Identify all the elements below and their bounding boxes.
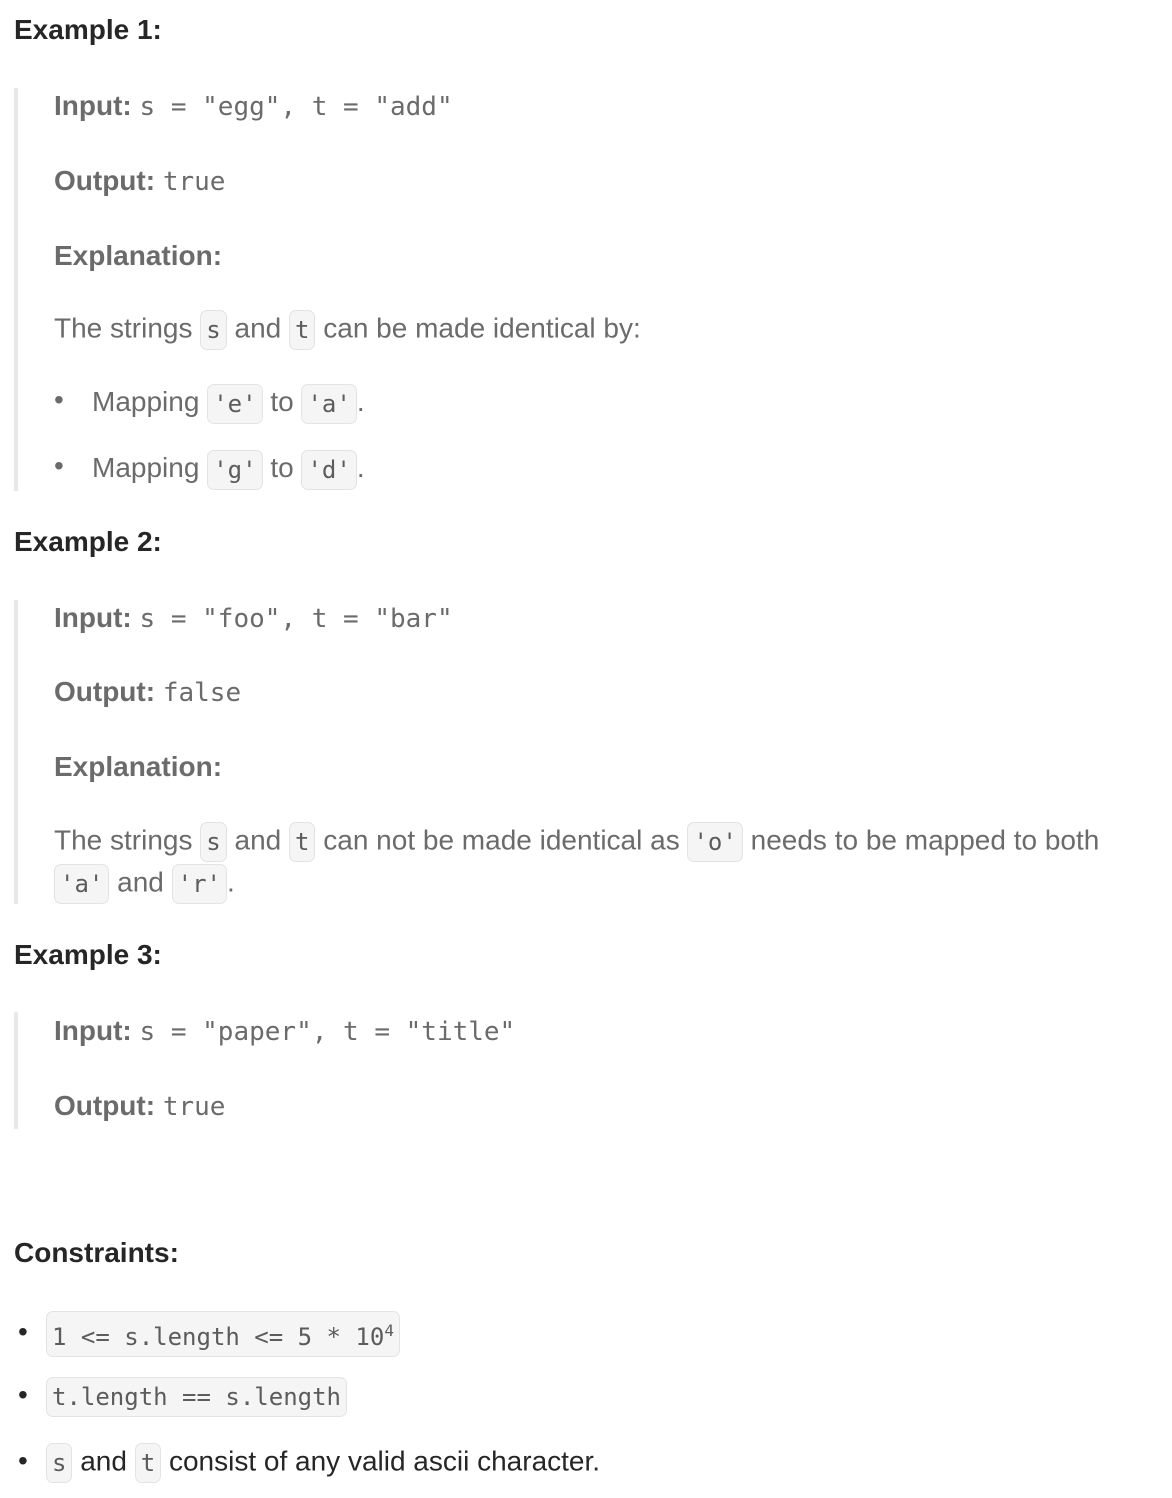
inline-code: t [289, 822, 316, 862]
text: The strings [54, 824, 201, 856]
text: and [226, 824, 290, 856]
output-label: Output: [54, 676, 156, 707]
example-1-output: Output: true [54, 165, 225, 197]
text: can be made identical by: [315, 312, 641, 344]
inline-code: t [289, 310, 316, 350]
bullet-icon: • [18, 1445, 28, 1477]
text: to [262, 386, 302, 418]
list-item: Mapping 'g' to 'd'. [54, 450, 365, 490]
text: . [227, 866, 235, 898]
example-1-heading: Example 1: [14, 14, 162, 45]
text: consist of any valid ascii character. [161, 1445, 601, 1477]
output-value: true [162, 167, 226, 197]
text: Mapping [92, 452, 208, 484]
text: The strings [54, 312, 201, 344]
text: . [356, 452, 365, 484]
text: Mapping [92, 386, 208, 418]
text: and [226, 312, 290, 344]
superscript: 4 [384, 1321, 394, 1340]
text: to [262, 452, 302, 484]
text: and [72, 1445, 135, 1477]
inline-code: 'a' [301, 384, 357, 424]
example-2-input: Input: s = "foo", t = "bar" [54, 602, 453, 634]
constraint-item: • t.length == s.length [18, 1377, 347, 1417]
output-value: false [162, 678, 242, 708]
explanation-label: Explanation: [54, 751, 223, 782]
bullet-icon: • [18, 1316, 28, 1348]
inline-code: 'd' [301, 450, 357, 490]
example-2-explanation: The strings s and t can not be made iden… [54, 822, 1099, 862]
inline-code: 'a' [54, 864, 110, 904]
example-1-block: Input: s = "egg", t = "add" Output: true… [14, 88, 641, 491]
example-2-block: Input: s = "foo", t = "bar" Output: fals… [14, 600, 1099, 904]
list-item: Mapping 'e' to 'a'. [54, 384, 365, 424]
example-1-explanation: The strings s and t can be made identica… [54, 310, 641, 350]
example-3-input: Input: s = "paper", t = "title" [54, 1015, 515, 1047]
inline-code: 'g' [207, 450, 263, 490]
bullet-icon: • [18, 1379, 28, 1411]
inline-code: t.length == s.length [46, 1377, 347, 1417]
inline-code: 1 <= s.length <= 5 * 104 [46, 1311, 400, 1357]
example-3-heading: Example 3: [14, 939, 162, 970]
input-value: s = "foo", t = "bar" [139, 604, 453, 634]
example-2-explanation-cont: 'a' and 'r'. [54, 864, 235, 904]
inline-code: t [134, 1443, 162, 1483]
inline-code: s [200, 310, 227, 350]
constraint-item: • 1 <= s.length <= 5 * 104 [18, 1311, 400, 1357]
inline-code: s [46, 1443, 73, 1483]
text: and [109, 866, 172, 898]
inline-code: 'r' [171, 864, 227, 904]
inline-code: s [200, 822, 227, 862]
text: can not be made identical as [315, 824, 688, 856]
example-3-block: Input: s = "paper", t = "title" Output: … [14, 1012, 515, 1129]
example-2-explanation-label: Explanation: [54, 751, 222, 783]
input-label: Input: [54, 1015, 132, 1046]
text: needs to be mapped to both [742, 824, 1100, 856]
text: . [356, 386, 365, 418]
example-1-input: Input: s = "egg", t = "add" [54, 90, 453, 122]
example-2-heading: Example 2: [14, 526, 162, 557]
output-value: true [162, 1092, 226, 1122]
inline-code: 'o' [687, 822, 743, 862]
example-3-output: Output: true [54, 1090, 225, 1122]
explanation-label: Explanation: [54, 240, 223, 271]
constraint-item: • s and t consist of any valid ascii char… [18, 1443, 600, 1483]
inline-code: 'e' [207, 384, 263, 424]
output-label: Output: [54, 1090, 156, 1121]
input-value: s = "egg", t = "add" [139, 92, 453, 122]
constraints-heading: Constraints: [14, 1237, 179, 1268]
example-1-explanation-label: Explanation: [54, 240, 222, 272]
example-2-output: Output: false [54, 676, 241, 708]
code-text: 1 <= s.length <= 5 * 10 [52, 1323, 385, 1351]
input-value: s = "paper", t = "title" [139, 1017, 516, 1047]
input-label: Input: [54, 602, 132, 633]
input-label: Input: [54, 90, 132, 121]
output-label: Output: [54, 165, 156, 196]
